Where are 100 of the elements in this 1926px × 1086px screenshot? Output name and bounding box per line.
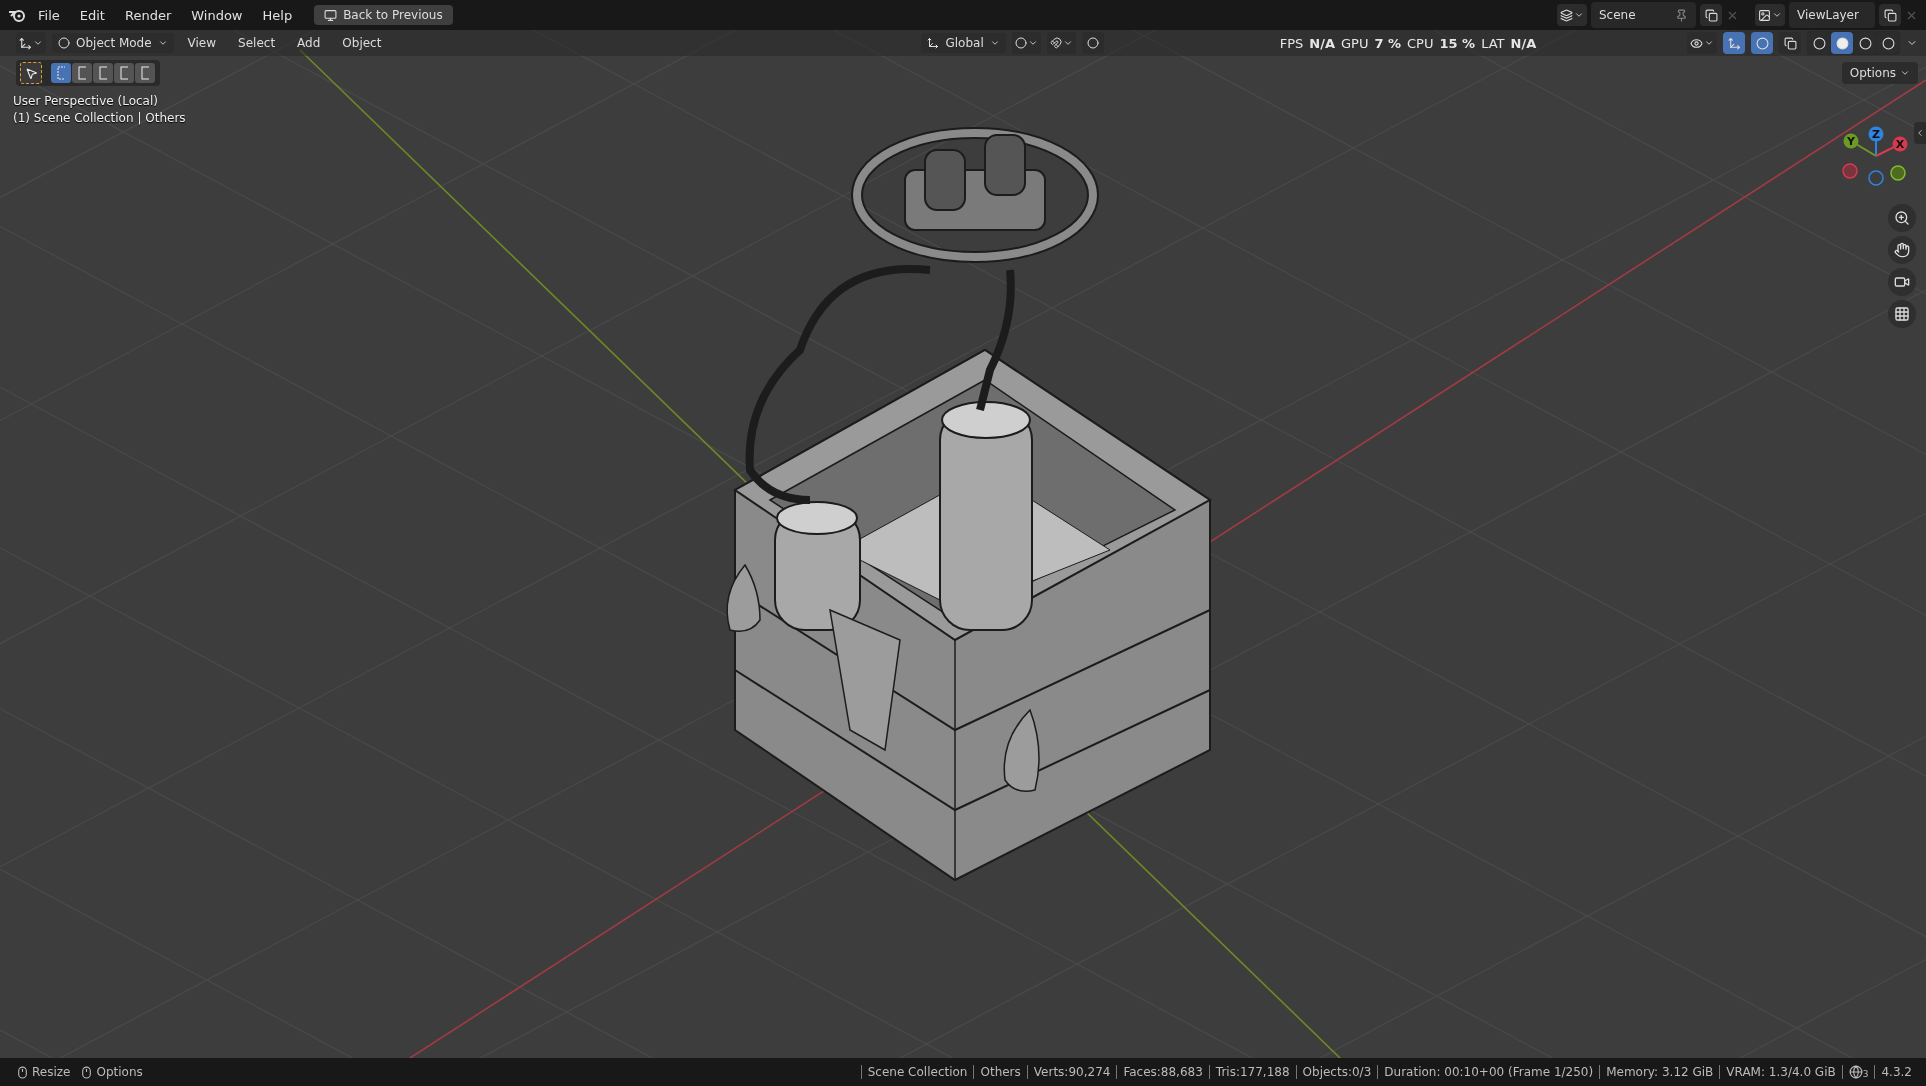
camera-button[interactable]: [1888, 268, 1916, 296]
status-stat: Scene Collection: [860, 1065, 974, 1079]
caret-icon: [1704, 38, 1714, 48]
grid-icon: [1894, 306, 1910, 322]
status-stat: Objects:0/3: [1295, 1065, 1378, 1079]
editor-type-button[interactable]: [16, 32, 46, 54]
menu-item[interactable]: View: [179, 34, 225, 52]
proportional-edit-button[interactable]: [1081, 32, 1104, 54]
zoom-button[interactable]: [1888, 204, 1916, 232]
back-to-previous-button[interactable]: Back to Previous: [314, 5, 453, 25]
caret-icon: [1915, 128, 1925, 138]
gizmo-toggle-button[interactable]: [1723, 32, 1745, 54]
stat-label: CPU: [1407, 35, 1434, 51]
menu-item[interactable]: Render: [116, 4, 180, 26]
view-layer-field[interactable]: ViewLayer: [1789, 2, 1875, 28]
caret-icon: [1027, 38, 1038, 48]
options-dropdown[interactable]: Options: [1841, 62, 1918, 84]
status-stat: Faces:88,683: [1116, 1065, 1209, 1079]
selection-mode-button[interactable]: [93, 63, 113, 83]
caret-icon: [1900, 68, 1910, 78]
view-name: User Perspective (Local): [13, 94, 159, 108]
shading-button[interactable]: [1831, 32, 1853, 54]
status-stat: Memory: 3.12 GiB: [1599, 1065, 1720, 1079]
status-stat: Tris:177,188: [1208, 1065, 1296, 1079]
pin-icon: [1675, 8, 1688, 22]
circle-icon: [58, 37, 70, 49]
axis-handle[interactable]: Z: [1868, 126, 1884, 142]
circle-icon: [1755, 36, 1769, 50]
xray-button[interactable]: [1779, 32, 1801, 54]
camera-icon: [1894, 274, 1910, 290]
pointer-icon: [24, 66, 38, 80]
axis-handle[interactable]: X: [1892, 136, 1908, 152]
snap-button[interactable]: [1046, 32, 1076, 54]
menu-item[interactable]: Object: [334, 34, 390, 52]
menu-item[interactable]: Select: [230, 34, 284, 52]
view-layer-selector-button[interactable]: [1755, 4, 1785, 26]
selection-mode-button[interactable]: [135, 63, 155, 83]
circle-icon: [1812, 36, 1826, 50]
circle-icon: [1858, 36, 1872, 50]
stat-label: LAT: [1481, 35, 1505, 51]
select-tool-button[interactable]: [20, 62, 42, 84]
stat-label: GPU: [1341, 35, 1369, 51]
overlay-toggle-button[interactable]: [1751, 32, 1773, 54]
app-logo-icon: [8, 7, 26, 23]
negative-axis-handle[interactable]: [1868, 170, 1884, 186]
orientation-dropdown[interactable]: Global: [921, 33, 1006, 53]
caret-icon: [157, 38, 168, 48]
negative-axis-handle[interactable]: [1842, 163, 1858, 179]
status-stat: Verts:90,274: [1026, 1065, 1117, 1079]
caret-icon: [1772, 10, 1782, 20]
count-label: 3: [1862, 1069, 1869, 1079]
copy-icon[interactable]: [1879, 4, 1901, 26]
visibility-button[interactable]: [1687, 32, 1717, 54]
caret-icon: [33, 38, 43, 48]
mouse-icon: [80, 1065, 94, 1079]
status-stat: Others: [973, 1065, 1027, 1079]
axes-icon: [1727, 36, 1741, 50]
caret-icon: [1062, 38, 1073, 48]
monitor-icon: [324, 8, 338, 22]
zoom-icon: [1894, 210, 1910, 226]
mouse-icon: [16, 1065, 29, 1079]
stat-value: N/A: [1309, 35, 1335, 51]
circle-icon: [1835, 36, 1849, 50]
stat-value: 15 %: [1439, 35, 1476, 51]
globe-icon: [1848, 1065, 1863, 1079]
menu-item[interactable]: Edit: [71, 4, 113, 26]
pivot-button[interactable]: [1011, 32, 1041, 54]
scene-selector-button[interactable]: [1557, 4, 1587, 26]
caret-icon: [989, 38, 1000, 48]
status-stat: Duration: 00:10+00 (Frame 1/250): [1377, 1065, 1600, 1079]
negative-axis-handle[interactable]: [1890, 165, 1906, 181]
menu-item[interactable]: Help: [254, 4, 301, 26]
layers-icon: [1560, 8, 1573, 22]
menu-item[interactable]: Add: [289, 34, 329, 52]
stat-label: FPS: [1279, 35, 1304, 51]
caret-icon: [1574, 10, 1584, 20]
image-icon: [1758, 8, 1771, 22]
circle-icon: [1881, 36, 1895, 50]
hand-icon: [1894, 242, 1910, 258]
mode-dropdown[interactable]: Object Mode: [52, 33, 174, 53]
sidebar-toggle-button[interactable]: [1914, 122, 1926, 144]
copy-icon: [1783, 36, 1797, 50]
selection-mode-button[interactable]: [114, 63, 134, 83]
axes-icon: [927, 37, 940, 49]
menu-item[interactable]: File: [30, 4, 68, 26]
magnet-icon: [1049, 37, 1062, 49]
status-stat: VRAM: 1.3/4.0 GiB: [1719, 1065, 1842, 1079]
menu-item[interactable]: Window: [183, 4, 251, 26]
version-text: 4.3.2: [1874, 1065, 1918, 1079]
copy-icon[interactable]: [1700, 4, 1722, 26]
collection-name: (1) Scene Collection | Others: [13, 111, 187, 125]
axis-handle[interactable]: Y: [1843, 133, 1859, 149]
stat-value: N/A: [1510, 35, 1537, 51]
hint-text: Options: [96, 1065, 143, 1079]
pan-button[interactable]: [1888, 236, 1916, 264]
selection-mode-button[interactable]: [51, 63, 71, 83]
scene-field[interactable]: Scene: [1591, 2, 1696, 28]
selection-mode-button[interactable]: [72, 63, 92, 83]
grid-button[interactable]: [1888, 300, 1916, 328]
eye-icon: [1690, 36, 1703, 50]
